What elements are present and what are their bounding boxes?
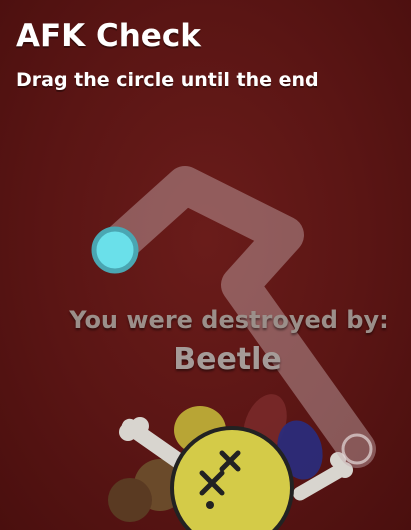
death-message-label: You were destroyed by: [69,306,389,334]
drag-handle-circle[interactable] [91,226,139,274]
killer-name: Beetle [173,342,282,377]
afk-check-instruction: Drag the circle until the end [16,69,319,91]
game-viewport: AFK Check Drag the circle until the end … [0,0,411,530]
afk-check-title: AFK Check [16,18,201,54]
